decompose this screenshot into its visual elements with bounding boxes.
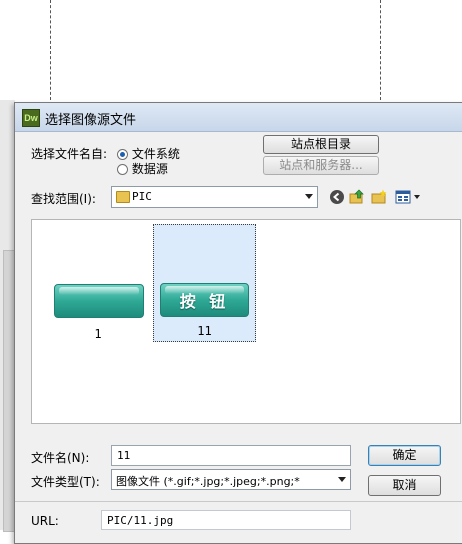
- radio-data-source[interactable]: 数据源: [117, 160, 168, 177]
- dreamweaver-app-icon: Dw: [22, 109, 40, 127]
- lookin-select[interactable]: PIC: [111, 186, 318, 208]
- dialog-title: 选择图像源文件: [45, 113, 137, 128]
- select-image-dialog: Dw 选择图像源文件 选择文件名自: 文件系统 数据源 站点根目录 站点和服务器…: [14, 102, 462, 544]
- file-thumbnail-11: 按 钮: [160, 283, 249, 317]
- chevron-down-icon: [305, 194, 313, 199]
- thumbnail-text-11: 按 钮: [179, 292, 230, 311]
- cancel-button[interactable]: 取消: [368, 475, 441, 496]
- file-name-1: 1: [94, 327, 102, 341]
- site-root-button[interactable]: 站点根目录: [263, 135, 379, 154]
- lookin-label: 查找范围(I):: [31, 192, 96, 206]
- page-guide-right: [380, 0, 381, 100]
- file-list[interactable]: 1 按 钮 11: [31, 219, 461, 424]
- back-icon[interactable]: [329, 189, 345, 205]
- radio-data-source-label: 数据源: [131, 162, 168, 176]
- view-menu-icon: [395, 190, 411, 204]
- file-name-11: 11: [197, 324, 212, 338]
- source-label: 选择文件名自:: [31, 147, 108, 161]
- url-label: URL:: [31, 514, 59, 528]
- separator: [15, 501, 462, 502]
- file-item-1[interactable]: 1: [48, 272, 148, 342]
- filename-label: 文件名(N):: [31, 451, 90, 465]
- sites-and-servers-button[interactable]: 站点和服务器...: [263, 156, 379, 175]
- view-dropdown-arrow-icon: [414, 195, 420, 199]
- up-folder-icon[interactable]: [349, 189, 365, 205]
- file-thumbnail-1: [54, 284, 144, 318]
- new-folder-icon[interactable]: [371, 189, 387, 205]
- view-menu-button[interactable]: [395, 189, 423, 205]
- ok-button[interactable]: 确定: [368, 445, 441, 466]
- file-item-11[interactable]: 按 钮 11: [153, 224, 256, 342]
- radio-data-source-dot[interactable]: [117, 164, 128, 175]
- radio-file-system-label: 文件系统: [131, 147, 180, 161]
- document-edge: [0, 100, 15, 532]
- title-bar[interactable]: Dw 选择图像源文件: [15, 103, 462, 132]
- filetype-label: 文件类型(T):: [31, 475, 100, 489]
- url-input[interactable]: PIC/11.jpg: [101, 510, 351, 530]
- lookin-value: PIC: [132, 190, 152, 203]
- folder-icon: [116, 191, 130, 203]
- radio-file-system-dot[interactable]: [117, 149, 128, 160]
- filetype-select[interactable]: 图像文件 (*.gif;*.jpg;*.jpeg;*.png;*: [111, 469, 351, 490]
- page-guide-left: [50, 0, 51, 100]
- filename-input[interactable]: 11: [111, 445, 351, 466]
- filetype-value: 图像文件 (*.gif;*.jpg;*.jpeg;*.png;*: [116, 475, 300, 488]
- chevron-down-icon: [338, 477, 346, 482]
